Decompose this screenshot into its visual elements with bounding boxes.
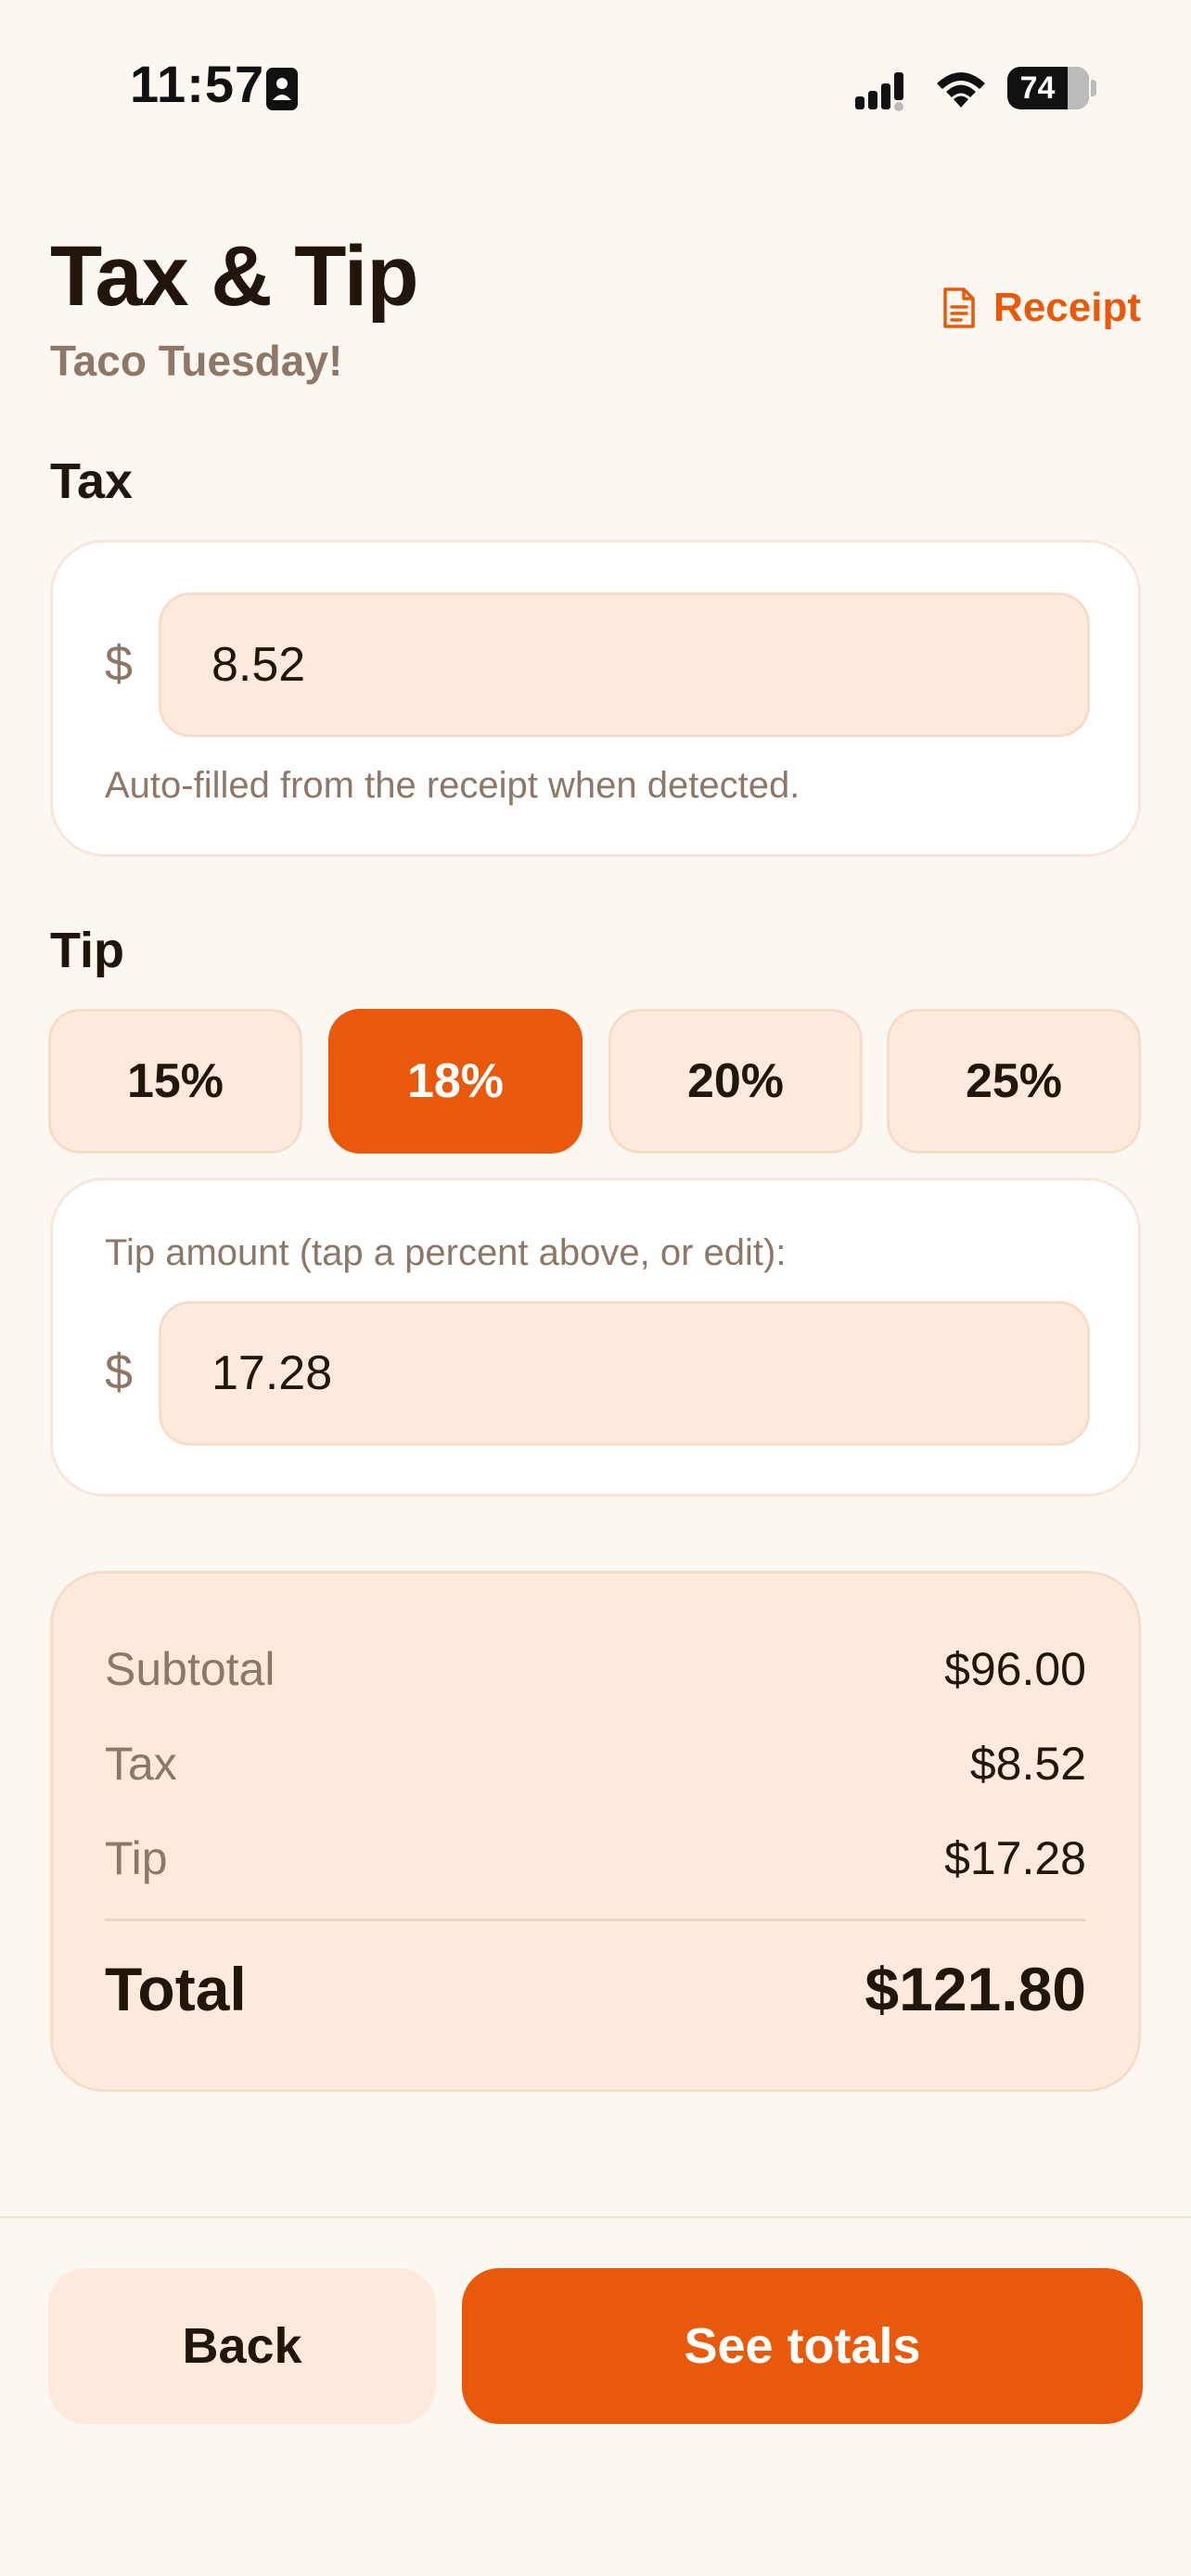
- tip-option-25[interactable]: 25%: [887, 1009, 1141, 1154]
- tip-currency-symbol: $: [105, 1345, 134, 1400]
- summary-row-subtotal: Subtotal $96.00: [105, 1642, 1086, 1698]
- summary-label: Tip: [105, 1832, 168, 1884]
- tip-amount-card: Tip amount (tap a percent above, or edit…: [50, 1178, 1141, 1497]
- total-value: $121.80: [864, 1955, 1086, 2023]
- status-time: 11:57: [130, 55, 265, 113]
- summary-label: Subtotal: [105, 1643, 275, 1695]
- tip-section-label: Tip: [50, 923, 124, 978]
- tip-option-18[interactable]: 18%: [328, 1009, 583, 1154]
- status-bar: 11:57 74: [0, 0, 1191, 176]
- tax-amount-input[interactable]: [159, 593, 1090, 737]
- tip-option-15[interactable]: 15%: [48, 1009, 302, 1154]
- footer-divider: [0, 2216, 1191, 2218]
- tax-card: $ Auto-filled from the receipt when dete…: [50, 540, 1141, 857]
- summary-label: Tax: [105, 1738, 177, 1790]
- summary-row-tip: Tip $17.28: [105, 1831, 1086, 1887]
- battery-indicator: 74: [1007, 67, 1089, 109]
- document-icon: [943, 287, 975, 328]
- tax-section-label: Tax: [50, 453, 134, 509]
- tip-option-20[interactable]: 20%: [608, 1009, 863, 1154]
- battery-tip: [1091, 80, 1096, 96]
- summary-value: $8.52: [969, 1738, 1086, 1790]
- contact-card-icon: [266, 68, 298, 110]
- summary-divider: [105, 1919, 1086, 1921]
- page-title: Tax & Tip: [50, 229, 419, 324]
- tip-amount-input[interactable]: [159, 1301, 1090, 1446]
- summary-row-tax: Tax $8.52: [105, 1737, 1086, 1792]
- summary-value: $17.28: [944, 1832, 1086, 1884]
- see-totals-button[interactable]: See totals: [462, 2268, 1143, 2424]
- page-subtitle: Taco Tuesday!: [50, 337, 343, 385]
- battery-percent: 74: [1019, 70, 1056, 106]
- receipt-label: Receipt: [993, 285, 1141, 330]
- wifi-icon: [937, 72, 985, 108]
- cellular-signal-icon: [855, 72, 903, 111]
- tax-currency-symbol: $: [105, 636, 134, 692]
- summary-value: $96.00: [944, 1643, 1086, 1695]
- summary-card: Subtotal $96.00 Tax $8.52 Tip $17.28 Tot…: [50, 1571, 1141, 2092]
- tip-amount-hint: Tip amount (tap a percent above, or edit…: [105, 1232, 787, 1273]
- back-button[interactable]: Back: [48, 2268, 436, 2424]
- tax-hint: Auto-filled from the receipt when detect…: [105, 765, 800, 806]
- total-label: Total: [105, 1955, 247, 2023]
- receipt-button[interactable]: Receipt: [941, 280, 1141, 336]
